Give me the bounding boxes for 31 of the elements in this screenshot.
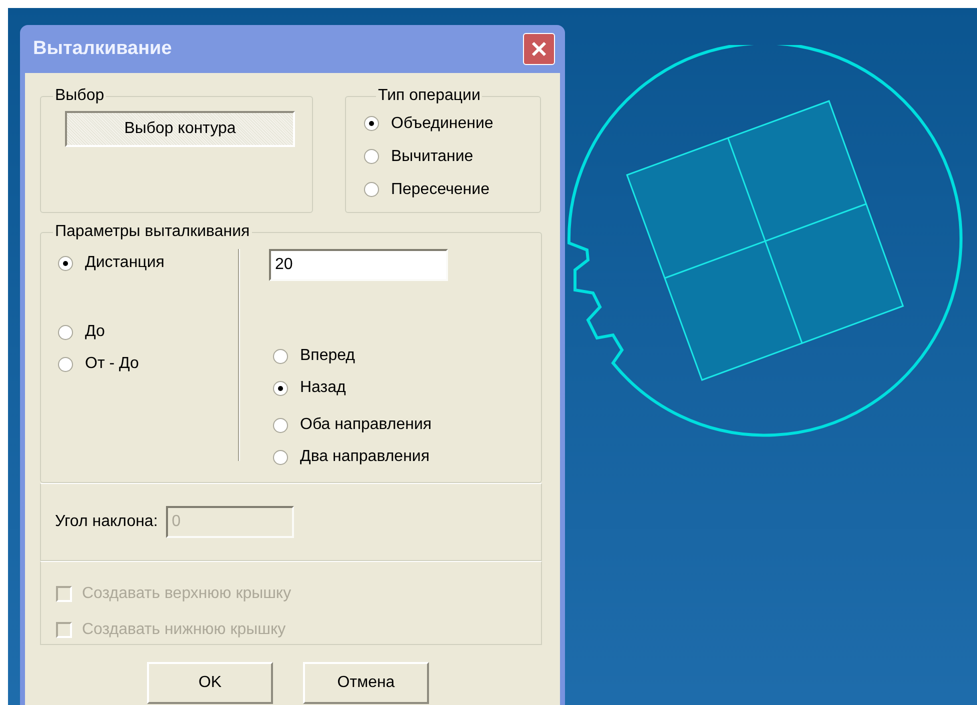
radio-icon[interactable] <box>364 149 379 164</box>
radio-icon[interactable] <box>364 182 379 197</box>
select-contour-button[interactable]: Выбор контура <box>65 111 295 147</box>
radio-label[interactable]: Назад <box>300 379 346 397</box>
angle-label: Угол наклона: <box>55 513 158 531</box>
radio-label[interactable]: Пересечение <box>391 180 490 198</box>
radio-icon[interactable] <box>58 356 73 372</box>
distance-field[interactable]: 20 <box>269 249 448 281</box>
close-icon <box>530 40 548 58</box>
radio-icon[interactable] <box>273 348 288 364</box>
radio-icon[interactable] <box>273 418 288 432</box>
radio-label[interactable]: До <box>85 323 105 341</box>
radio-label[interactable]: Объединение <box>391 114 494 132</box>
dialog-button[interactable]: Отмена <box>303 662 429 704</box>
radio-icon[interactable] <box>273 380 288 396</box>
group-label: Тип операции <box>377 87 482 105</box>
group-label: Выбор <box>54 87 106 105</box>
dialog-button[interactable]: OK <box>147 662 273 704</box>
radio-label[interactable]: Оба направления <box>300 416 432 434</box>
radio-label[interactable]: Вперед <box>300 347 356 365</box>
radio-label[interactable]: От - До <box>85 355 139 373</box>
radio-icon[interactable] <box>273 450 288 464</box>
radio-label[interactable]: Два направления <box>300 448 430 466</box>
radio-icon[interactable] <box>58 324 73 340</box>
group-label: Параметры выталкивания <box>54 223 251 241</box>
close-button[interactable] <box>523 33 555 65</box>
radio-label[interactable]: Дистанция <box>85 254 164 272</box>
window-title: Выталкивание <box>33 38 172 60</box>
radio-icon[interactable] <box>58 256 73 270</box>
radio-label[interactable]: Вычитание <box>391 148 474 166</box>
radio-icon[interactable] <box>364 116 379 131</box>
